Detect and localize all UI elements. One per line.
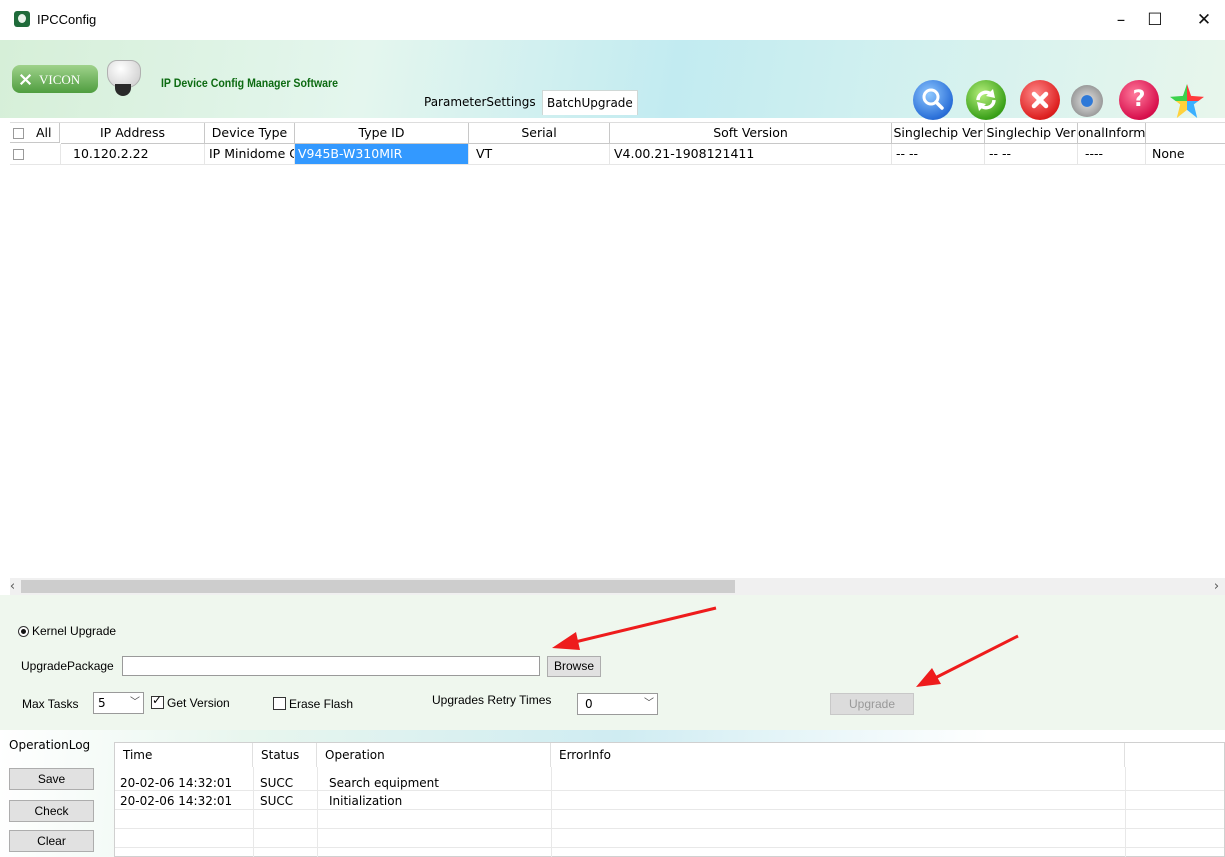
kernel-upgrade-label: Kernel Upgrade <box>32 624 117 638</box>
tab-parameter-settings[interactable]: ParameterSettings <box>420 90 540 114</box>
help-icon[interactable]: ? <box>1119 80 1159 120</box>
scroll-right-icon[interactable]: › <box>1208 578 1225 595</box>
erase-flash-checkbox[interactable] <box>273 697 286 710</box>
tab-batch-upgrade[interactable]: BatchUpgrade <box>542 90 638 115</box>
log-col-divider <box>253 767 254 857</box>
log-row-divider <box>115 809 1224 810</box>
search-icon[interactable] <box>913 80 953 120</box>
log-status: SUCC <box>260 794 294 808</box>
row-divider <box>10 164 1225 165</box>
log-operation: Initialization <box>329 794 403 808</box>
log-col-divider <box>551 767 552 857</box>
erase-flash-label: Erase Flash <box>289 697 354 711</box>
log-header-status: Status <box>253 743 317 767</box>
device-grid: All IP Address Device Type Type ID Seria… <box>10 122 1225 581</box>
cell-extra: None <box>1152 146 1185 161</box>
checkmark-icon: ✓ <box>152 693 163 707</box>
row-checkbox-cell[interactable] <box>10 144 61 164</box>
get-version-label: Get Version <box>167 696 230 710</box>
maximize-button[interactable]: ☐ <box>1135 8 1175 32</box>
pinwheel-icon[interactable] <box>1170 84 1204 118</box>
refresh-icon[interactable] <box>966 80 1006 120</box>
cell-soft-version: V4.00.21-1908121411 <box>610 144 892 164</box>
horizontal-scrollbar[interactable]: ‹ › <box>10 578 1225 595</box>
log-row-divider <box>115 828 1224 829</box>
vicon-mark-icon: ⨯ <box>18 69 34 89</box>
retry-times-value: 0 <box>585 697 593 711</box>
log-header-operation: Operation <box>317 743 551 767</box>
select-all-checkbox[interactable] <box>13 128 24 139</box>
kernel-upgrade-radio[interactable] <box>18 626 29 637</box>
chevron-down-icon: ﹀ <box>644 698 654 709</box>
clear-button[interactable]: Clear <box>9 830 94 852</box>
app-icon <box>14 11 30 27</box>
log-row-divider <box>115 790 1224 791</box>
row-checkbox[interactable] <box>13 149 24 160</box>
cell-type-id[interactable]: V945B-W310MIR <box>295 144 469 164</box>
log-time: 20-02-06 14:32:01 <box>120 794 233 808</box>
header-singlechip-ver-2[interactable]: Singlechip Ver <box>985 123 1078 144</box>
upgrade-button[interactable]: Upgrade <box>830 693 914 715</box>
header-serial[interactable]: Serial <box>469 123 610 144</box>
header-personal-info[interactable]: onalInforma <box>1078 123 1146 144</box>
browse-button[interactable]: Browse <box>547 656 601 677</box>
logo-text: VICON <box>39 72 81 87</box>
header-singlechip-ver-1[interactable]: Singlechip Ver <box>892 123 985 144</box>
log-col-divider <box>1125 767 1126 857</box>
upgrade-package-label: UpgradePackage <box>21 659 114 673</box>
cell-info: ---- <box>1078 144 1146 164</box>
log-header-extra <box>1125 743 1224 767</box>
title-bar: IPCConfig – ☐ ✕ <box>0 0 1225 40</box>
help-glyph: ? <box>1132 87 1146 112</box>
get-version-checkbox[interactable]: ✓ <box>151 693 164 709</box>
cell-singlechip-2: -- -- <box>985 144 1078 164</box>
settings-icon[interactable] <box>1071 85 1103 117</box>
cell-serial: VT <box>469 144 610 164</box>
max-tasks-value: 5 <box>98 696 106 710</box>
header-extra[interactable] <box>1146 123 1225 144</box>
upgrade-package-input[interactable] <box>122 656 540 676</box>
vicon-logo: ⨯ VICON <box>12 65 98 93</box>
log-col-divider <box>317 767 318 857</box>
operation-log-table: Time Status Operation ErrorInfo 20-02-06… <box>114 742 1225 857</box>
operation-log-title: OperationLog <box>9 738 91 752</box>
cell-device-type: IP Minidome C <box>205 144 295 164</box>
stop-icon[interactable] <box>1020 80 1060 120</box>
header-banner: ⨯ VICON IP Device Config Manager Softwar… <box>0 40 1225 120</box>
log-error <box>552 792 557 810</box>
chevron-down-icon: ﹀ <box>130 697 140 708</box>
max-tasks-select[interactable]: 5 ﹀ <box>93 692 144 714</box>
header-device-type[interactable]: Device Type <box>205 123 295 144</box>
upgrade-options-panel: Kernel Upgrade UpgradePackage Browse Max… <box>0 595 1225 730</box>
header-ip-address[interactable]: IP Address <box>61 123 205 144</box>
header-all-label: All <box>35 125 52 140</box>
max-tasks-label: Max Tasks <box>22 697 79 711</box>
log-header-errorinfo: ErrorInfo <box>551 743 1125 767</box>
header-soft-version[interactable]: Soft Version <box>610 123 892 144</box>
log-row-divider <box>115 847 1224 848</box>
dome-camera-icon <box>105 60 141 100</box>
log-header-time: Time <box>115 743 253 767</box>
check-button[interactable]: Check <box>9 800 94 822</box>
retry-times-select[interactable]: 0 ﹀ <box>577 693 658 715</box>
header-type-id[interactable]: Type ID <box>295 123 469 144</box>
scrollbar-thumb[interactable] <box>21 580 735 593</box>
scroll-left-icon[interactable]: ‹ <box>4 578 21 595</box>
close-button[interactable]: ✕ <box>1184 8 1224 32</box>
retry-times-label: Upgrades Retry Times <box>432 693 552 707</box>
save-button[interactable]: Save <box>9 768 94 790</box>
cell-ip: 10.120.2.22 <box>61 144 205 164</box>
operation-log-panel: OperationLog Save Check Clear Time Statu… <box>0 730 1225 857</box>
cell-singlechip-1: -- -- <box>892 144 985 164</box>
window-title: IPCConfig <box>37 12 97 27</box>
header-select-all[interactable]: All <box>10 123 60 143</box>
software-name: IP Device Config Manager Software <box>161 76 339 90</box>
